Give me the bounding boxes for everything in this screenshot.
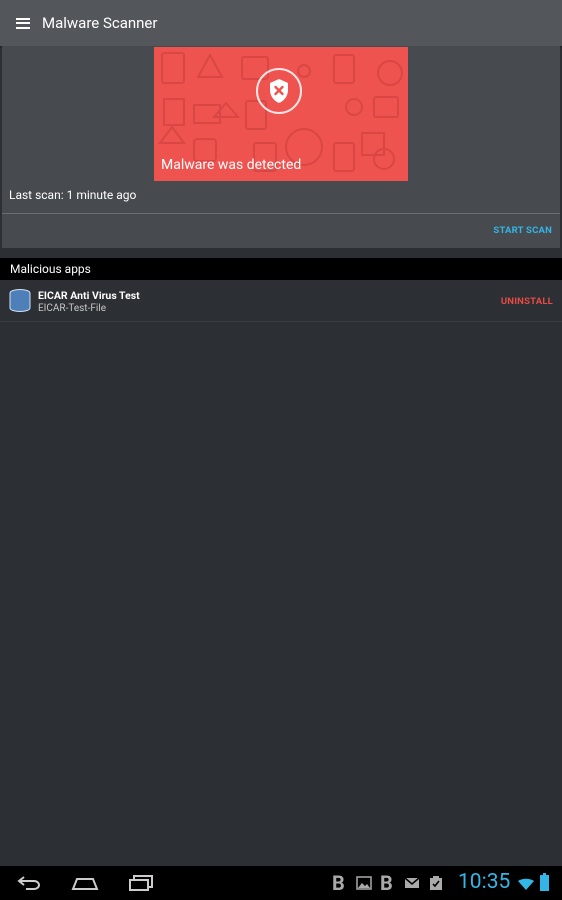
clock: 10:35: [458, 870, 511, 894]
app-name: EICAR Anti Virus Test: [38, 289, 140, 302]
malware-banner: Malware was detected: [154, 47, 408, 181]
image-icon: [356, 876, 380, 890]
uninstall-button[interactable]: UNINSTALL: [501, 296, 553, 307]
bold-b-icon: B: [332, 871, 345, 895]
app-bar: Malware Scanner: [0, 0, 562, 46]
notification-icons: B B: [332, 866, 452, 900]
list-item[interactable]: EICAR Anti Virus Test EICAR-Test-File UN…: [0, 280, 562, 322]
app-title: Malware Scanner: [42, 14, 158, 32]
bold-b-icon: B: [380, 871, 393, 895]
back-icon[interactable]: [12, 866, 46, 900]
banner-message: Malware was detected: [161, 157, 302, 173]
system-nav-bar: B B 10:35: [0, 866, 562, 900]
start-scan-button[interactable]: START SCAN: [493, 225, 552, 236]
shield-x-icon: [256, 68, 302, 114]
clipboard-check-icon: [428, 875, 452, 891]
database-app-icon: [7, 288, 33, 318]
divider: [2, 213, 560, 214]
last-scan-text: Last scan: 1 minute ago: [9, 188, 137, 202]
gmail-icon: [404, 877, 428, 889]
recent-apps-icon[interactable]: [124, 866, 158, 900]
malicious-apps-header: Malicious apps: [0, 258, 562, 280]
threat-name: EICAR-Test-File: [38, 303, 107, 314]
battery-icon: [540, 873, 549, 895]
scan-status-card: Malware was detected Last scan: 1 minute…: [2, 46, 560, 248]
wifi-icon: [518, 876, 534, 895]
home-icon[interactable]: [68, 866, 102, 900]
hamburger-menu-icon[interactable]: [0, 0, 46, 46]
